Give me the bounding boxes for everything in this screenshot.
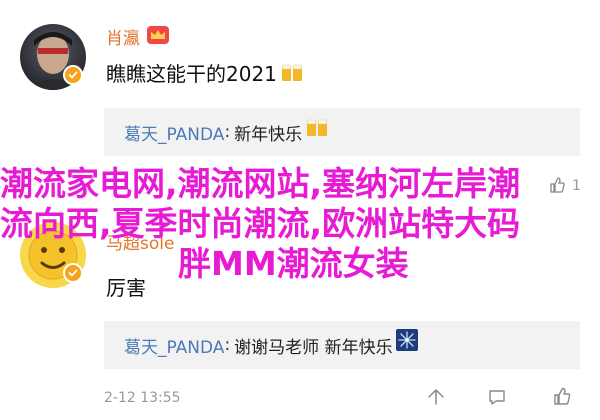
comment-item: 肖瀛 瞧瞧这能干的2021 葛天_PANDA: 新年快乐 1: [0, 0, 600, 194]
reply-username[interactable]: 葛天_PANDA: [124, 333, 224, 358]
reply-text: 新年快乐: [234, 124, 303, 145]
reply-colon: :: [224, 122, 231, 142]
overlay-line: 胖MM潮流女装: [178, 244, 409, 283]
reply-colon: :: [224, 335, 231, 355]
comment-icon[interactable]: [487, 387, 507, 411]
beer-mugs-icon: [305, 116, 329, 143]
reply-username[interactable]: 葛天_PANDA: [124, 120, 224, 145]
comment-timestamp: 2-12 13:55: [104, 390, 181, 406]
reply-box[interactable]: 葛天_PANDA: 谢谢马老师 新年快乐: [104, 321, 580, 369]
reply-text: 谢谢马老师 新年快乐: [234, 337, 393, 358]
username[interactable]: 肖瀛: [106, 26, 170, 49]
reply-icon[interactable]: [426, 387, 446, 411]
comment-text: 瞧瞧这能干的2021: [106, 64, 304, 86]
reply-box[interactable]: 葛天_PANDA: 新年快乐: [104, 108, 580, 156]
verified-badge-icon: [63, 65, 83, 85]
overlay-line: 流向西,夏季时尚潮流,欧洲站特大码: [0, 204, 521, 243]
fireworks-icon: [395, 329, 418, 356]
beer-mugs-icon: [280, 61, 304, 86]
crown-badge-icon: [146, 25, 170, 49]
overlay-title: 潮流家电网,潮流网站,塞纳河左岸潮 流向西,夏季时尚潮流,欧洲站特大码 胖MM潮…: [0, 164, 600, 284]
like-icon[interactable]: [552, 386, 572, 410]
overlay-line: 潮流家电网,潮流网站,塞纳河左岸潮: [0, 164, 521, 203]
